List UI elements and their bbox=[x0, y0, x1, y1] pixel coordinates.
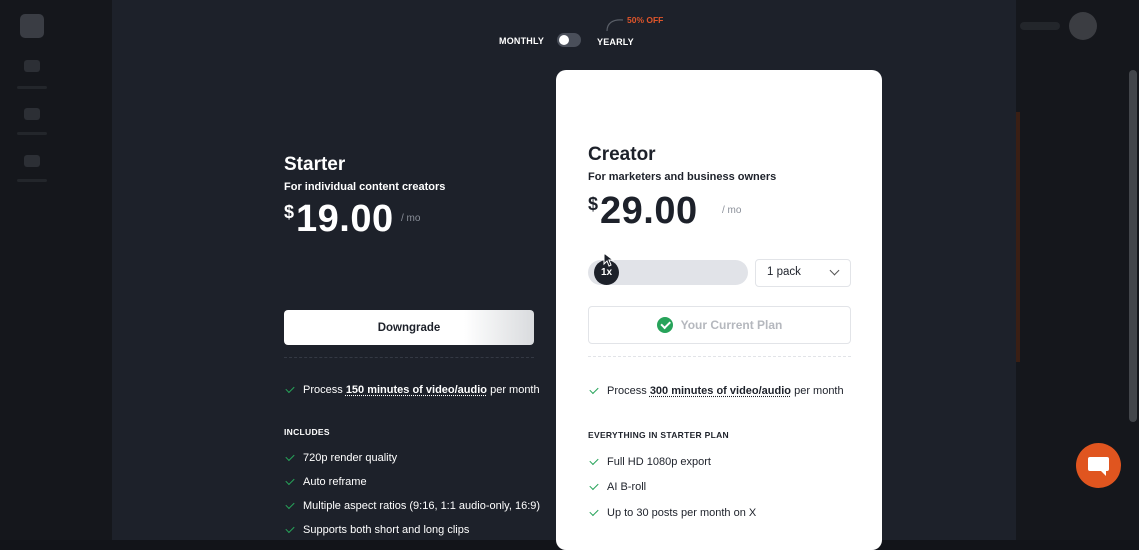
checkmark-icon bbox=[285, 499, 295, 510]
plan-subtitle: For marketers and business owners bbox=[588, 171, 777, 183]
feature-label: Full HD 1080p export bbox=[607, 456, 711, 468]
nav-projects-label bbox=[17, 132, 47, 135]
billing-switch[interactable] bbox=[557, 33, 581, 47]
feature-suffix: per month bbox=[794, 385, 844, 397]
divider bbox=[588, 356, 851, 357]
feature-highlight[interactable]: 300 minutes of video/audio bbox=[650, 385, 791, 397]
switch-knob bbox=[559, 35, 569, 45]
yearly-label[interactable]: YEARLY bbox=[597, 37, 634, 47]
section-title: INCLUDES bbox=[284, 427, 330, 437]
background-sidebar bbox=[0, 0, 64, 540]
price-period: / mo bbox=[401, 213, 421, 224]
checkmark-icon bbox=[589, 506, 599, 517]
pricing-modal: MONTHLY YEARLY 50% OFF Starter For indiv… bbox=[112, 0, 1016, 550]
plan-subtitle: For individual content creators bbox=[284, 181, 446, 193]
currency-symbol: $ bbox=[284, 202, 295, 222]
list-item: AI B-roll bbox=[589, 480, 647, 493]
pack-select-value: 1 pack bbox=[767, 266, 801, 278]
plan-price: $ 19.00 bbox=[284, 198, 404, 242]
chat-bubble-icon bbox=[1088, 457, 1109, 471]
feature-prefix: Process bbox=[607, 385, 647, 397]
checkmark-icon bbox=[589, 455, 599, 466]
list-item: 720p render quality bbox=[285, 451, 398, 464]
checkmark-icon bbox=[285, 523, 295, 534]
chat-bubble-tail bbox=[1100, 470, 1106, 476]
avatar bbox=[1069, 12, 1097, 40]
pack-select[interactable]: 1 pack bbox=[755, 259, 851, 287]
scrollbar[interactable] bbox=[1129, 70, 1137, 422]
nav-home-icon bbox=[24, 60, 40, 72]
discount-badge: 50% OFF bbox=[627, 15, 664, 25]
feature-suffix: per month bbox=[490, 384, 540, 396]
background-user-name bbox=[1020, 22, 1060, 30]
chevron-down-icon bbox=[829, 265, 840, 276]
checkmark-icon bbox=[285, 451, 295, 462]
feature-label: 720p render quality bbox=[303, 452, 398, 464]
currency-symbol: $ bbox=[588, 194, 599, 214]
price-amount: 29.00 bbox=[600, 190, 698, 232]
plan-price: $ 29.00 bbox=[588, 190, 708, 234]
downgrade-button[interactable]: Downgrade bbox=[284, 310, 534, 345]
price-amount: 19.00 bbox=[296, 198, 394, 240]
nav-brand-label bbox=[17, 179, 47, 182]
feature-label: Supports both short and long clips bbox=[303, 524, 470, 536]
checkmark-icon bbox=[589, 480, 599, 491]
feature-label: AI B-roll bbox=[607, 481, 647, 493]
feature-prefix: Process bbox=[303, 384, 343, 396]
monthly-label[interactable]: MONTHLY bbox=[499, 36, 544, 46]
plan-name: Starter bbox=[284, 154, 346, 175]
curved-arrow-icon bbox=[606, 19, 624, 32]
list-item: Full HD 1080p export bbox=[589, 455, 711, 468]
mouse-cursor-icon bbox=[603, 252, 615, 267]
nav-home-label bbox=[17, 86, 47, 89]
checkmark-icon bbox=[285, 383, 295, 394]
checkmark-icon bbox=[285, 475, 295, 486]
billing-period-toggle: MONTHLY YEARLY 50% OFF bbox=[112, 0, 1016, 60]
feature-label: Auto reframe bbox=[303, 476, 367, 488]
check-circle-icon bbox=[656, 317, 673, 333]
list-item: Auto reframe bbox=[285, 475, 367, 488]
app-logo-icon bbox=[20, 14, 44, 38]
primary-feature: Process 150 minutes of video/audio per m… bbox=[285, 383, 540, 396]
plan-creator-card: Creator For marketers and business owner… bbox=[556, 70, 882, 550]
current-plan-status: Your Current Plan bbox=[588, 306, 851, 344]
feature-highlight[interactable]: 150 minutes of video/audio bbox=[346, 384, 487, 396]
section-title: EVERYTHING IN STARTER PLAN bbox=[588, 430, 729, 440]
nav-brand-icon bbox=[24, 155, 40, 167]
divider bbox=[284, 357, 534, 358]
list-item: Multiple aspect ratios (9:16, 1:1 audio-… bbox=[285, 499, 541, 512]
chat-launcher-button[interactable] bbox=[1076, 443, 1121, 488]
plan-name: Creator bbox=[588, 144, 656, 165]
primary-feature: Process 300 minutes of video/audio per m… bbox=[589, 384, 844, 397]
feature-label: Multiple aspect ratios (9:16, 1:1 audio-… bbox=[303, 500, 541, 512]
feature-label: Up to 30 posts per month on X bbox=[607, 507, 757, 519]
current-plan-label: Your Current Plan bbox=[680, 318, 783, 332]
list-item: Up to 30 posts per month on X bbox=[589, 506, 757, 519]
checkmark-icon bbox=[589, 384, 599, 395]
nav-projects-icon bbox=[24, 108, 40, 120]
price-period: / mo bbox=[722, 205, 742, 216]
list-item: Supports both short and long clips bbox=[285, 523, 470, 536]
